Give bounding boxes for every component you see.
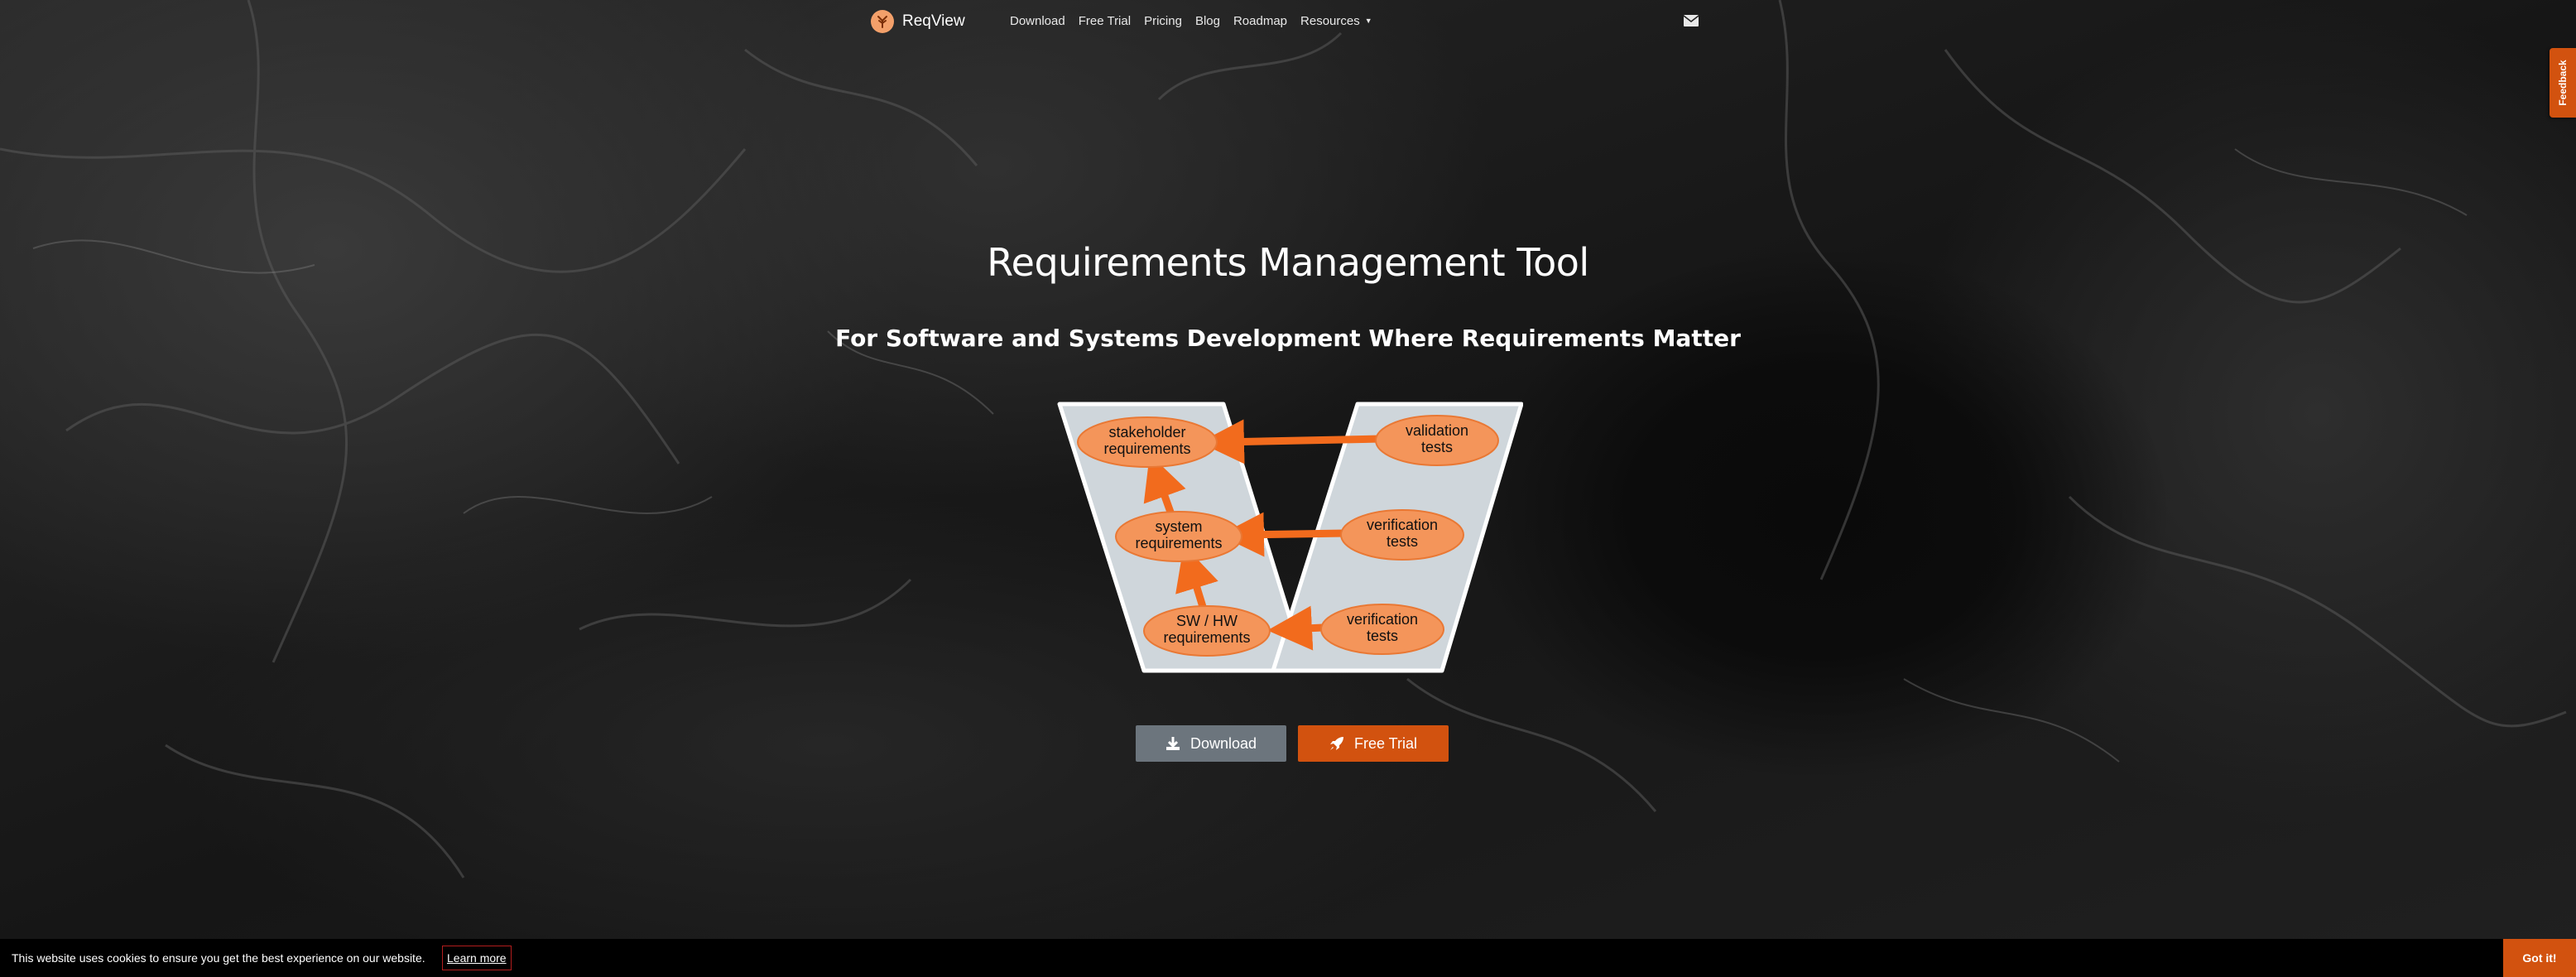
- cookie-accept-button[interactable]: Got it!: [2503, 939, 2576, 977]
- swhw-line2: requirements: [1163, 629, 1250, 646]
- download-button-label: Download: [1189, 734, 1257, 752]
- cookie-consent-bar: This website uses cookies to ensure you …: [0, 939, 2576, 977]
- verification-lower-line2: tests: [1367, 628, 1398, 644]
- ellipse-system-requirements: system requirements: [1115, 511, 1242, 562]
- system-line2: requirements: [1135, 535, 1222, 551]
- mail-icon[interactable]: [1684, 15, 1699, 26]
- verification-lower-line1: verification: [1347, 611, 1418, 628]
- nav-free-trial[interactable]: Free Trial: [1079, 14, 1131, 28]
- free-trial-button-label: Free Trial: [1353, 734, 1418, 752]
- reqview-logo-icon: [871, 10, 894, 33]
- free-trial-button[interactable]: Free Trial: [1298, 725, 1449, 762]
- nav-menu: Download Free Trial Pricing Blog Roadmap…: [1010, 14, 1372, 28]
- ellipse-swhw-requirements: SW / HW requirements: [1143, 605, 1271, 657]
- cookie-message: This website uses cookies to ensure you …: [12, 951, 425, 965]
- validation-line1: validation: [1406, 422, 1468, 439]
- page-subtitle: For Software and Systems Development Whe…: [835, 325, 1741, 352]
- caret-down-icon: ▼: [1364, 17, 1372, 25]
- nav-resources-dropdown[interactable]: Resources ▼: [1300, 14, 1372, 28]
- brand-name: ReqView: [902, 12, 965, 30]
- validation-line2: tests: [1421, 439, 1453, 455]
- ellipse-verification-tests-lower: verification tests: [1320, 604, 1444, 655]
- hero-buttons: Download Free Trial: [1136, 725, 1449, 762]
- nav-pricing[interactable]: Pricing: [1144, 14, 1182, 28]
- nav-resources-label: Resources: [1300, 14, 1360, 28]
- swhw-line1: SW / HW: [1176, 613, 1238, 629]
- nav-download[interactable]: Download: [1010, 14, 1065, 28]
- v-model-diagram: stakeholder requirements system requirem…: [1057, 402, 1523, 673]
- brand-link[interactable]: ReqView: [871, 10, 965, 33]
- arrow-validation-to-stakeholder: [1199, 419, 1385, 464]
- top-navbar: ReqView Download Free Trial Pricing Blog…: [0, 0, 2576, 45]
- rocket-icon: [1329, 737, 1343, 750]
- ellipse-stakeholder-requirements: stakeholder requirements: [1077, 416, 1218, 468]
- download-icon: [1165, 737, 1180, 750]
- stakeholder-line2: requirements: [1103, 440, 1190, 457]
- stakeholder-line1: stakeholder: [1108, 424, 1185, 440]
- nav-roadmap[interactable]: Roadmap: [1233, 14, 1287, 28]
- verification-upper-line2: tests: [1387, 533, 1418, 550]
- page-title: Requirements Management Tool: [987, 240, 1589, 285]
- arrow-verification-to-swhw: [1267, 605, 1327, 651]
- feedback-label: Feedback: [2557, 60, 2569, 106]
- nav-blog[interactable]: Blog: [1195, 14, 1220, 28]
- cookie-learn-more-link[interactable]: Learn more: [442, 946, 512, 970]
- verification-upper-line1: verification: [1367, 517, 1438, 533]
- feedback-tab[interactable]: Feedback: [2550, 48, 2576, 118]
- system-line1: system: [1155, 518, 1202, 535]
- download-button[interactable]: Download: [1136, 725, 1286, 762]
- ellipse-validation-tests: validation tests: [1375, 415, 1499, 466]
- arrow-verification-to-system: [1219, 512, 1350, 557]
- ellipse-verification-tests-upper: verification tests: [1340, 509, 1464, 561]
